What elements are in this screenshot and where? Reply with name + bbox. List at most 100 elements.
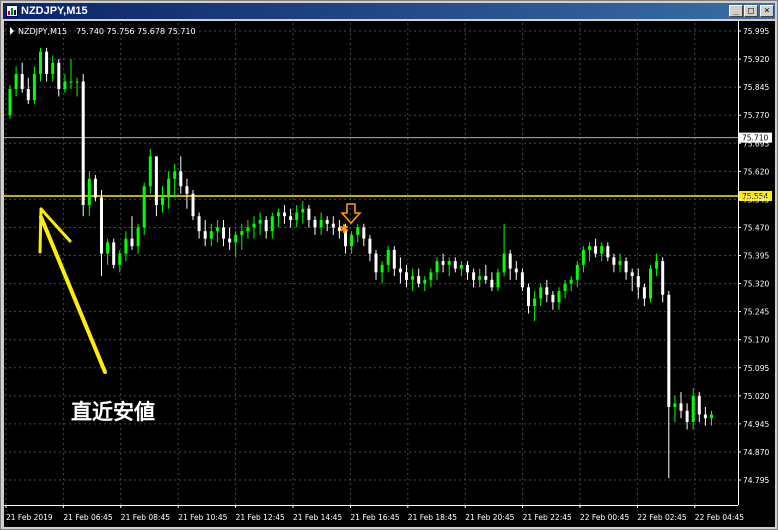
minimize-button[interactable]: _ <box>729 5 743 17</box>
candle-body <box>533 298 537 307</box>
candle-body <box>478 276 482 280</box>
candle-body <box>179 171 183 187</box>
candle-body <box>667 294 671 408</box>
y-tick-label: 74.795 <box>743 476 769 485</box>
candle-body <box>325 219 329 224</box>
candle-body <box>234 234 238 243</box>
candle-body <box>459 264 463 269</box>
candle-body <box>8 88 12 116</box>
candle-body <box>252 223 256 228</box>
candle-body <box>130 238 134 247</box>
candle-body <box>673 403 677 408</box>
candle-body <box>39 51 42 75</box>
candle-body <box>167 178 171 198</box>
candle-body <box>148 156 152 187</box>
candle-body <box>423 279 427 284</box>
y-tick-label: 75.095 <box>743 364 769 373</box>
candle-body <box>246 227 250 232</box>
x-tick-label: 21 Feb 10:45 <box>178 513 227 522</box>
y-tick-label: 75.020 <box>743 392 769 401</box>
y-tick-label: 75.470 <box>743 223 769 232</box>
x-tick-label: 21 Feb 12:45 <box>236 513 285 522</box>
candle-body <box>215 227 219 232</box>
candle-body <box>581 249 585 265</box>
svg-text:✱: ✱ <box>339 222 349 236</box>
candle-body <box>527 287 530 307</box>
candle-body <box>63 81 67 89</box>
candle-body <box>435 261 439 273</box>
candle-body <box>136 227 140 247</box>
candle-body <box>551 294 555 303</box>
candle-body <box>203 231 207 239</box>
candle-body <box>69 81 73 83</box>
candle-body <box>557 291 561 303</box>
candle-body <box>520 272 524 288</box>
x-tick-label: 21 Feb 08:45 <box>121 513 170 522</box>
candle-body <box>691 395 695 423</box>
candle-body <box>411 276 415 280</box>
candle-body <box>258 219 262 224</box>
window-title: NZDJPY,M15 <box>21 5 88 17</box>
x-tick-label: 22 Feb 02:45 <box>637 513 686 522</box>
candle-body <box>502 253 506 273</box>
title-bar[interactable]: NZDJPY,M15 _ □ × <box>3 3 775 19</box>
candle-body <box>124 238 128 254</box>
candle-body <box>453 261 457 269</box>
candle-body <box>563 283 567 292</box>
minimize-icon: _ <box>733 6 739 16</box>
candle-body <box>93 178 97 198</box>
candle-body <box>75 81 79 83</box>
candle-body <box>575 264 579 280</box>
candle-body <box>32 74 36 101</box>
close-button[interactable]: × <box>760 5 774 17</box>
maximize-button[interactable]: □ <box>744 5 758 17</box>
candle-body <box>588 246 591 250</box>
candle-body <box>209 231 213 239</box>
candle-body <box>319 219 323 228</box>
candle-body <box>630 272 634 277</box>
candle-body <box>20 74 24 89</box>
x-tick-label: 21 Feb 14:45 <box>293 513 342 522</box>
candle-body <box>703 414 707 419</box>
candle-body <box>45 51 49 75</box>
candle-body <box>484 276 488 280</box>
chart-window: NZDJPY,M15 _ □ × 75.710 75.554 75.995 75.9… <box>0 0 778 530</box>
candle-body <box>380 264 384 273</box>
candle-body <box>594 246 598 254</box>
candle-body <box>307 208 311 220</box>
y-tick-label: 74.945 <box>743 420 769 429</box>
candle-body <box>612 257 616 265</box>
candle-body <box>466 264 469 273</box>
candle-body <box>441 261 445 265</box>
candle-body <box>301 208 305 213</box>
candle-body <box>100 197 103 254</box>
maximize-icon: □ <box>748 6 754 16</box>
candle-body <box>600 246 604 254</box>
candle-body <box>295 212 299 220</box>
star-icon: ✱ <box>339 222 349 236</box>
candle-body <box>642 287 646 299</box>
candle-body <box>270 216 274 232</box>
x-tick-label: 21 Feb 20:45 <box>465 513 514 522</box>
candle-body <box>655 261 659 269</box>
y-tick-label: 75.620 <box>743 167 769 176</box>
candle-body <box>569 279 573 284</box>
candle-body <box>710 414 713 419</box>
candle-body <box>624 261 628 273</box>
candle-body <box>87 178 91 205</box>
candle-body <box>636 276 640 288</box>
candle-body <box>331 223 335 228</box>
candle-body <box>118 253 122 265</box>
y-tick-label: 75.245 <box>743 308 769 317</box>
candle-body <box>405 272 408 280</box>
candle-body <box>661 261 665 295</box>
candle-body <box>429 272 433 280</box>
arrow-head-left <box>38 207 43 254</box>
candle-body <box>368 238 372 254</box>
candle-body <box>222 227 225 239</box>
price-chart[interactable]: 75.71075.554 75.99575.92075.84575.77075.… <box>4 21 775 527</box>
y-tick-label: 74.870 <box>743 448 769 457</box>
candle-body <box>374 253 378 273</box>
y-tick-label: 75.170 <box>743 336 769 345</box>
candle-body <box>618 261 622 265</box>
